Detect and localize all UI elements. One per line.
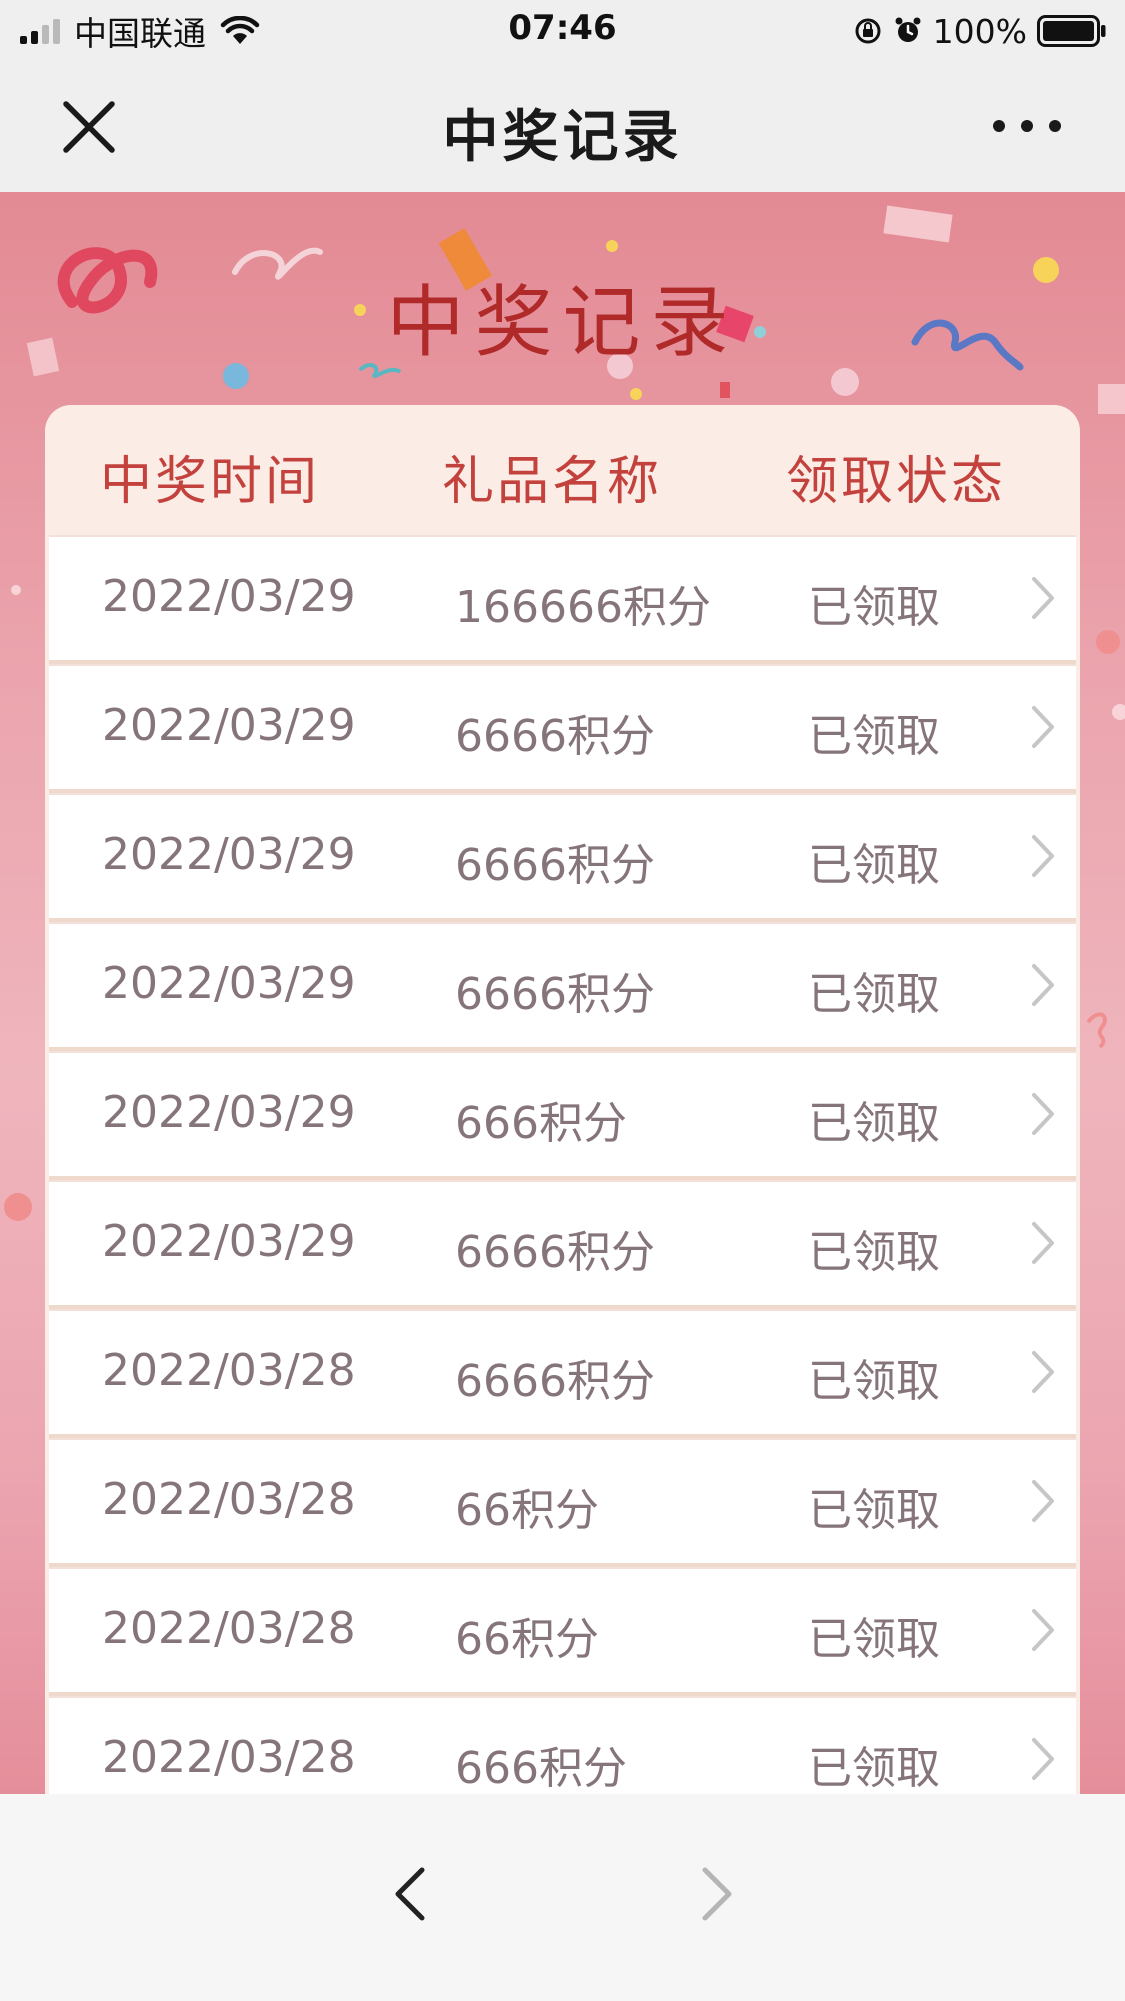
- record-date: 2022/03/28: [102, 1474, 356, 1525]
- page-title: 中奖记录: [442, 105, 683, 170]
- record-status: 已领取: [808, 1614, 940, 1665]
- status-bar: 中国联通 07:46 100%: [0, 0, 1125, 62]
- header-gift-name: 礼品名称: [442, 452, 663, 512]
- record-status: 已领取: [808, 1485, 940, 1536]
- record-date: 2022/03/28: [102, 1603, 356, 1654]
- record-status: 已领取: [808, 840, 940, 891]
- chevron-left-icon[interactable]: [390, 1866, 430, 1922]
- chevron-right-icon: [1032, 964, 1054, 1006]
- record-gift: 166666积分: [455, 582, 711, 633]
- record-date: 2022/03/29: [102, 1216, 356, 1267]
- record-status: 已领取: [808, 1356, 940, 1407]
- record-row[interactable]: 2022/03/29 6666积分 已领取: [49, 793, 1076, 922]
- record-gift: 6666积分: [455, 969, 655, 1020]
- header-claim-status: 领取状态: [786, 452, 1007, 512]
- chevron-right-icon: [1032, 1093, 1054, 1135]
- record-status: 已领取: [808, 1098, 940, 1149]
- record-gift: 6666积分: [455, 1227, 655, 1278]
- record-date: 2022/03/29: [102, 571, 356, 622]
- record-row[interactable]: 2022/03/29 6666积分 已领取: [49, 922, 1076, 1051]
- nav-bar: 中奖记录: [0, 62, 1125, 192]
- chevron-right-icon: [1032, 1222, 1054, 1264]
- record-gift: 666积分: [455, 1743, 627, 1794]
- record-status: 已领取: [808, 711, 940, 762]
- record-status: 已领取: [808, 1743, 940, 1794]
- record-date: 2022/03/28: [102, 1732, 356, 1783]
- record-gift: 66积分: [455, 1614, 599, 1665]
- record-row[interactable]: 2022/03/29 166666积分 已领取: [49, 535, 1076, 664]
- record-status: 已领取: [808, 969, 940, 1020]
- table-header: 中奖时间 礼品名称 领取状态: [45, 405, 1080, 535]
- record-status: 已领取: [808, 582, 940, 633]
- header-win-time: 中奖时间: [100, 452, 321, 512]
- record-row[interactable]: 2022/03/29 6666积分 已领取: [49, 1180, 1076, 1309]
- record-row[interactable]: 2022/03/29 666积分 已领取: [49, 1051, 1076, 1180]
- chevron-right-icon: [1032, 706, 1054, 748]
- chevron-right-icon[interactable]: [697, 1866, 737, 1922]
- record-row[interactable]: 2022/03/28 666积分 已领取: [49, 1696, 1076, 1794]
- record-gift: 6666积分: [455, 711, 655, 762]
- record-row[interactable]: 2022/03/28 66积分 已领取: [49, 1567, 1076, 1696]
- record-date: 2022/03/29: [102, 1087, 356, 1138]
- more-icon[interactable]: [989, 114, 1065, 138]
- record-gift: 66积分: [455, 1485, 599, 1536]
- chevron-right-icon: [1032, 1351, 1054, 1393]
- battery-icon: [1037, 15, 1106, 47]
- record-gift: 6666积分: [455, 1356, 655, 1407]
- chevron-right-icon: [1032, 1738, 1054, 1780]
- chevron-right-icon: [1032, 835, 1054, 877]
- status-bar-right: 100%: [853, 10, 1107, 52]
- record-date: 2022/03/29: [102, 700, 356, 751]
- chevron-right-icon: [1032, 1609, 1054, 1651]
- banner-title: 中奖记录: [386, 278, 739, 368]
- chevron-right-icon: [1032, 577, 1054, 619]
- record-date: 2022/03/29: [102, 829, 356, 880]
- chevron-right-icon: [1032, 1480, 1054, 1522]
- battery-percent: 100%: [932, 11, 1027, 51]
- record-date: 2022/03/28: [102, 1345, 356, 1396]
- record-row[interactable]: 2022/03/29 6666积分 已领取: [49, 664, 1076, 793]
- record-status: 已领取: [808, 1227, 940, 1278]
- record-row[interactable]: 2022/03/28 6666积分 已领取: [49, 1309, 1076, 1438]
- record-gift: 6666积分: [455, 840, 655, 891]
- record-date: 2022/03/29: [102, 958, 356, 1009]
- record-row[interactable]: 2022/03/28 66积分 已领取: [49, 1438, 1076, 1567]
- main-content: 中奖记录 中奖时间 礼品名称 领取状态 2022/03/29 166666积分 …: [0, 192, 1125, 1794]
- orientation-lock-icon: [855, 18, 881, 44]
- alarm-icon: [895, 17, 921, 42]
- record-gift: 666积分: [455, 1098, 627, 1149]
- records-list: 2022/03/29 166666积分 已领取 2022/03/29 6666积…: [49, 535, 1076, 1794]
- bottom-toolbar: [0, 1794, 1125, 2001]
- records-card: 中奖时间 礼品名称 领取状态 2022/03/29 166666积分 已领取 2…: [45, 405, 1080, 1794]
